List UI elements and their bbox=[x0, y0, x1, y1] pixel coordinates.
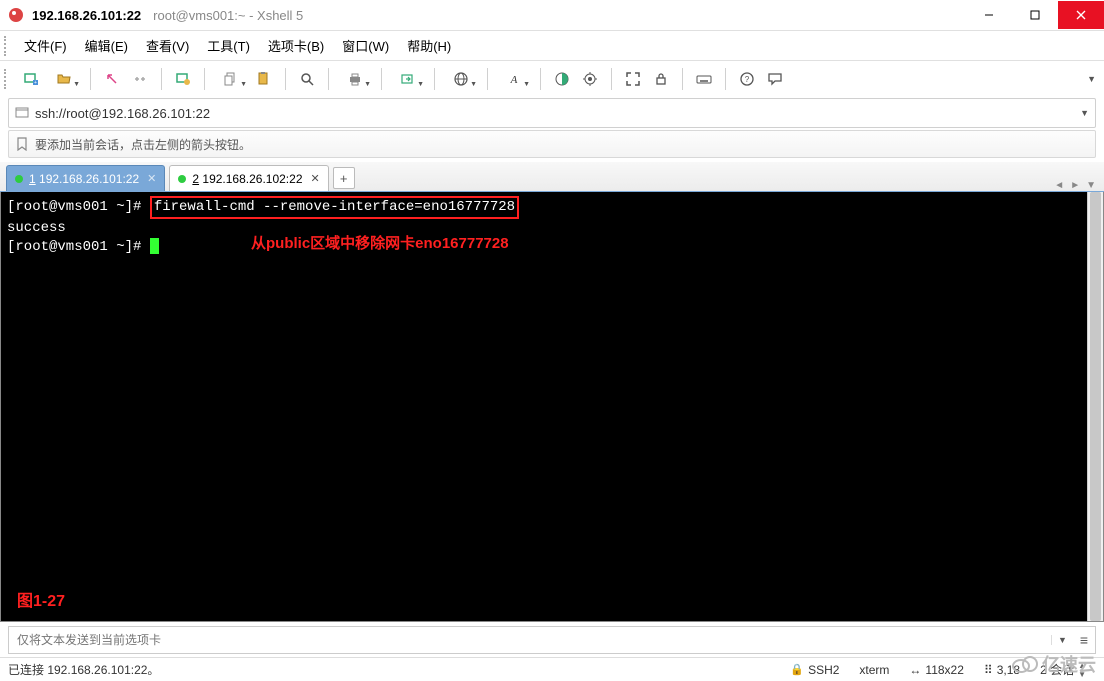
status-dot-icon bbox=[178, 175, 186, 183]
terminal-prompt: [root@vms001 ~]# bbox=[7, 199, 150, 215]
figure-label: 图1-27 bbox=[17, 592, 65, 611]
sendbar: ▼ ≡ bbox=[8, 626, 1096, 654]
send-input[interactable] bbox=[9, 633, 1051, 647]
infobar: 要添加当前会话，点击左侧的箭头按钮。 bbox=[8, 130, 1096, 158]
new-tab-button[interactable]: + bbox=[333, 167, 355, 189]
bookmark-icon[interactable] bbox=[15, 137, 29, 151]
encoding-button[interactable]: ▼ bbox=[443, 66, 479, 92]
address-dropdown-icon[interactable]: ▼ bbox=[1080, 108, 1089, 118]
xftp-button[interactable]: ▼ bbox=[390, 66, 426, 92]
send-dropdown-icon[interactable]: ▼ bbox=[1051, 635, 1073, 645]
send-menu-icon[interactable]: ≡ bbox=[1073, 632, 1095, 648]
statusbar: 已连接 192.168.26.101:22。 🔒 SSH2 xterm ↔ 118x… bbox=[0, 657, 1104, 681]
status-termtype: xterm bbox=[849, 663, 899, 677]
session-icon bbox=[15, 106, 29, 120]
terminal-container: [root@vms001 ~]# firewall-cmd --remove-i… bbox=[0, 192, 1104, 622]
tab-menu-icon[interactable]: ▼ bbox=[1086, 180, 1096, 191]
tab-number: 2 bbox=[192, 172, 199, 186]
menu-help[interactable]: 帮助(H) bbox=[399, 32, 459, 59]
address-text: ssh://root@192.168.26.101:22 bbox=[35, 106, 1080, 121]
annotation-text: 从public区域中移除网卡eno16777728 bbox=[251, 234, 509, 253]
status-protocol: SSH2 bbox=[808, 663, 839, 677]
tab-session-2[interactable]: 2 192.168.26.102:22 ✕ bbox=[169, 165, 328, 191]
fullscreen-button[interactable] bbox=[620, 66, 646, 92]
tab-label: 192.168.26.101:22 bbox=[39, 172, 139, 186]
lock-icon: 🔒 bbox=[790, 663, 804, 676]
menu-view[interactable]: 查看(V) bbox=[138, 32, 197, 59]
infobar-text: 要添加当前会话，点击左侧的箭头按钮。 bbox=[35, 136, 251, 153]
terminal-command-highlighted: firewall-cmd --remove-interface=eno16777… bbox=[150, 196, 519, 219]
paste-button[interactable] bbox=[251, 66, 277, 92]
svg-text:?: ? bbox=[745, 75, 750, 84]
font-button[interactable]: A▼ bbox=[496, 66, 532, 92]
toolbar-overflow-icon[interactable]: ▼ bbox=[1087, 74, 1104, 84]
status-dot-icon bbox=[15, 175, 23, 183]
cursor-icon bbox=[150, 238, 159, 254]
disconnect-button[interactable] bbox=[127, 66, 153, 92]
tab-number: 1 bbox=[29, 172, 36, 186]
lock-button[interactable] bbox=[648, 66, 674, 92]
svg-text:A: A bbox=[510, 74, 518, 86]
keyboard-button[interactable] bbox=[691, 66, 717, 92]
toolbar-grip-icon bbox=[4, 69, 10, 89]
cursor-pos-icon: ⠿ bbox=[984, 663, 993, 677]
reconnect-button[interactable] bbox=[99, 66, 125, 92]
terminal[interactable]: [root@vms001 ~]# firewall-cmd --remove-i… bbox=[1, 192, 1087, 621]
watermark-text: 亿速云 bbox=[1042, 651, 1096, 677]
tab-label: 192.168.26.102:22 bbox=[202, 172, 302, 186]
find-button[interactable] bbox=[294, 66, 320, 92]
menu-tabs[interactable]: 选项卡(B) bbox=[260, 32, 332, 59]
terminal-prompt: [root@vms001 ~]# bbox=[7, 239, 150, 255]
resize-icon: ↔ bbox=[909, 663, 921, 677]
toolbar: + ▼ ▼ ▼ ▼ ▼ A▼ ? ▼ bbox=[0, 60, 1104, 96]
window-title: 192.168.26.101:22 bbox=[32, 8, 141, 23]
addressbar[interactable]: ssh://root@192.168.26.101:22 ▼ bbox=[8, 98, 1096, 128]
tabstrip: 1 192.168.26.101:22 ✕ 2 192.168.26.102:2… bbox=[0, 162, 1104, 192]
menu-edit[interactable]: 编辑(E) bbox=[77, 32, 136, 59]
menu-grip-icon bbox=[4, 36, 10, 56]
tab-close-icon[interactable]: ✕ bbox=[147, 172, 156, 185]
minimize-button[interactable] bbox=[966, 1, 1012, 29]
tab-next-icon[interactable]: ► bbox=[1070, 180, 1080, 191]
color-scheme-button[interactable] bbox=[549, 66, 575, 92]
terminal-scrollbar[interactable] bbox=[1087, 192, 1103, 621]
print-button[interactable]: ▼ bbox=[337, 66, 373, 92]
watermark: 亿速云 bbox=[1012, 651, 1096, 677]
status-connected: 已连接 192.168.26.101:22。 bbox=[8, 661, 159, 678]
titlebar: 192.168.26.101:22 root@vms001:~ - Xshell… bbox=[0, 0, 1104, 30]
menu-window[interactable]: 窗口(W) bbox=[334, 32, 397, 59]
tab-close-icon[interactable]: ✕ bbox=[311, 172, 320, 185]
menubar: 文件(F) 编辑(E) 查看(V) 工具(T) 选项卡(B) 窗口(W) 帮助(… bbox=[0, 30, 1104, 60]
close-button[interactable] bbox=[1058, 1, 1104, 29]
menu-file[interactable]: 文件(F) bbox=[16, 32, 75, 59]
comment-button[interactable] bbox=[762, 66, 788, 92]
maximize-button[interactable] bbox=[1012, 1, 1058, 29]
properties-button[interactable] bbox=[170, 66, 196, 92]
new-session-button[interactable]: + bbox=[18, 66, 44, 92]
app-icon bbox=[8, 7, 24, 23]
menu-tools[interactable]: 工具(T) bbox=[199, 32, 258, 59]
help-button[interactable]: ? bbox=[734, 66, 760, 92]
highlight-button[interactable] bbox=[577, 66, 603, 92]
copy-button[interactable]: ▼ bbox=[213, 66, 249, 92]
open-button[interactable]: ▼ bbox=[46, 66, 82, 92]
terminal-output: success bbox=[7, 219, 1081, 238]
svg-text:+: + bbox=[34, 80, 37, 86]
status-size: 118x22 bbox=[925, 663, 963, 677]
window-subtitle: root@vms001:~ - Xshell 5 bbox=[153, 8, 303, 23]
tab-session-1[interactable]: 1 192.168.26.101:22 ✕ bbox=[6, 165, 165, 191]
tab-prev-icon[interactable]: ◄ bbox=[1054, 180, 1064, 191]
